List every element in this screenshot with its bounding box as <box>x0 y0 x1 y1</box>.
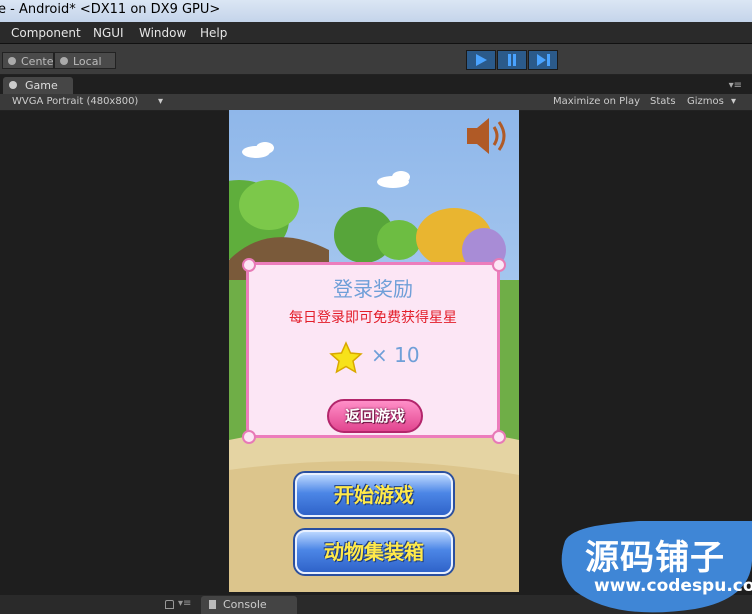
step-icon <box>537 54 550 66</box>
dialog-corner-ornament <box>242 258 256 272</box>
dialog-title: 登录奖励 <box>333 277 413 301</box>
dialog-corner-ornament <box>492 430 506 444</box>
lock-icon[interactable] <box>165 600 174 609</box>
tab-console[interactable]: Console <box>201 596 297 614</box>
main-toolbar: Center Local <box>0 44 752 75</box>
watermark-url: www.codespu.com <box>594 576 752 596</box>
menu-ngui[interactable]: NGUI <box>93 26 124 40</box>
menu-window[interactable]: Window <box>139 26 186 40</box>
sound-speaker-icon[interactable] <box>463 114 513 158</box>
step-button[interactable] <box>528 50 558 70</box>
return-game-button[interactable]: 返回游戏 <box>327 399 423 433</box>
menu-help[interactable]: Help <box>200 26 227 40</box>
maximize-on-play-toggle[interactable]: Maximize on Play <box>553 94 640 110</box>
gizmos-chevron-down-icon[interactable]: ▾ <box>731 94 736 110</box>
window-title: e - Android* <DX11 on DX9 GPU> <box>0 2 221 17</box>
pivot-center-button[interactable]: Center <box>2 52 58 69</box>
tab-menu-icon[interactable]: ▾≡ <box>729 80 742 91</box>
pivot-icon <box>8 57 16 65</box>
dialog-subtitle: 每日登录即可免费获得星星 <box>289 310 457 326</box>
pivot-local-button[interactable]: Local <box>54 52 116 69</box>
local-icon <box>60 57 68 65</box>
game-screen: 登录奖励 每日登录即可免费获得星星 × 10 返回游戏 开始游戏 动物集装箱 <box>229 110 519 592</box>
pause-icon <box>508 54 516 66</box>
game-view-toolbar: WVGA Portrait (480x800) ▾ Maximize on Pl… <box>0 94 752 111</box>
play-button[interactable] <box>466 50 496 70</box>
stats-toggle[interactable]: Stats <box>650 94 676 110</box>
pause-button[interactable] <box>497 50 527 70</box>
panel-menu-icon[interactable]: ▾≡ <box>178 598 191 609</box>
resolution-dropdown[interactable]: WVGA Portrait (480x800) <box>12 94 138 110</box>
star-icon <box>329 341 363 374</box>
resolution-chevron-down-icon[interactable]: ▾ <box>158 94 163 110</box>
dialog-corner-ornament <box>492 258 506 272</box>
gizmos-dropdown[interactable]: Gizmos <box>687 94 724 110</box>
console-icon <box>209 600 216 609</box>
login-reward-dialog: 登录奖励 每日登录即可免费获得星星 × 10 返回游戏 <box>246 262 500 438</box>
animal-collection-button[interactable]: 动物集装箱 <box>295 530 453 574</box>
menu-bar: Component NGUI Window Help <box>0 22 752 44</box>
reward-count: × 10 <box>371 343 420 367</box>
game-tab-icon <box>9 81 17 89</box>
tab-bar: Game ▾≡ <box>0 75 752 94</box>
menu-component[interactable]: Component <box>11 26 81 40</box>
start-game-button[interactable]: 开始游戏 <box>295 473 453 517</box>
play-icon <box>476 54 487 66</box>
window-title-bar: e - Android* <DX11 on DX9 GPU> <box>0 0 752 22</box>
tab-game[interactable]: Game <box>3 77 73 94</box>
dialog-corner-ornament <box>242 430 256 444</box>
watermark-name: 源码铺子 <box>585 538 725 578</box>
